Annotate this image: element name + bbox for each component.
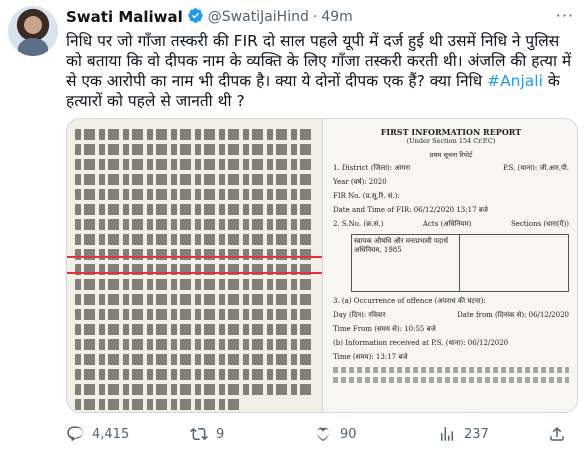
document-image-right[interactable]: FIRST INFORMATION REPORT (Under Section … (323, 119, 577, 412)
tweet-actions: 4,415 9 90 237 (66, 423, 578, 445)
retweet-icon (190, 427, 208, 441)
time-label: Time (समय): 13:17 बजे (333, 353, 408, 361)
scan-text-line (75, 249, 314, 260)
scan-text-line (75, 144, 314, 155)
sno-label: 2. S.No. (क्र.सं.) (333, 220, 384, 228)
like-button[interactable]: 90 (314, 425, 438, 443)
act-cell: स्वापक औषधि और मनःप्रभावी पदार्थ अधिनियम… (352, 235, 460, 291)
section-cell (460, 235, 568, 291)
hashtag-link[interactable]: #Anjali (487, 72, 543, 90)
fir-year-row: Year (वर्ष): 2020 (333, 178, 569, 187)
more-icon[interactable]: ··· (556, 6, 574, 25)
district-label: 1. District (जिला): आगरा (333, 164, 411, 172)
fir-subtitle: (Under Section 154 Cr.P.C) (406, 137, 496, 145)
views-icon (441, 427, 453, 441)
scan-text-line (75, 174, 314, 185)
fir-date-row: Date and Time of FIR: 06/12/2020 13:17 ब… (333, 206, 569, 215)
author-handle[interactable]: @SwatiJaiHind (208, 9, 309, 25)
fir-subtitle-hindi: प्रथम सूचना रिपोर्ट (429, 151, 473, 159)
scan-text-line (75, 339, 314, 350)
author-avatar[interactable] (8, 6, 58, 56)
scan-text-line (75, 384, 314, 395)
highlight-underline (67, 256, 322, 258)
scan-text-line (75, 369, 314, 380)
tweet-header: Swati Maliwal @SwatiJaiHind · 49m (66, 6, 353, 28)
like-icon (316, 427, 330, 442)
highlight-underline (67, 272, 322, 274)
reply-count: 4,415 (92, 426, 130, 442)
share-button[interactable] (548, 425, 578, 443)
form-fill-line (333, 377, 569, 383)
ps-label: P.S. (थाना): जी.आर.पी. (502, 164, 569, 172)
day-row: Day (दिन): रविवार Date from (दिनांक से):… (333, 311, 569, 320)
year-label: Year (वर्ष): 2020 (333, 178, 387, 186)
occurrence-row: 3. (a) Occurrence of offence (अपराध की घ… (333, 297, 569, 306)
occurrence-label: 3. (a) Occurrence of offence (अपराध की घ… (333, 297, 486, 305)
scan-text-line (75, 354, 314, 365)
day-label: Day (दिन): रविवार (333, 311, 386, 319)
fir-number-row: FIR No. (प्र.सू.रि. सं.): (333, 192, 569, 201)
scan-text-line (75, 279, 314, 290)
scan-text-line (75, 129, 314, 140)
fir-no-label: FIR No. (प्र.सू.रि. सं.): (333, 192, 400, 200)
share-icon (550, 426, 564, 441)
retweet-count: 9 (216, 426, 225, 442)
tweet-text: निधि पर जो गाँजा तस्करी की FIR दो साल पह… (66, 31, 578, 111)
info-label: (b) Information received at P.S. (थाना):… (333, 339, 509, 347)
form-fill-line (333, 367, 569, 373)
scan-text-line (75, 324, 314, 335)
reply-button[interactable]: 4,415 (66, 425, 190, 443)
verified-badge-icon (187, 7, 204, 28)
date-from-label: Date from (दिनांक से): 06/12/2020 (457, 311, 569, 319)
scan-text-line (75, 309, 314, 320)
scan-text-line (75, 234, 314, 245)
scan-text-line (75, 294, 314, 305)
like-count: 90 (340, 426, 357, 442)
time-row: Time (समय): 13:17 बजे (333, 353, 569, 362)
sections-label: Sections (धारा(एँ)) (510, 220, 569, 228)
tweet-media[interactable]: FIRST INFORMATION REPORT (Under Section … (66, 118, 578, 413)
fir-date-label: Date and Time of FIR: 06/12/2020 13:17 ब… (333, 206, 488, 214)
reply-icon (67, 426, 83, 442)
acts-label: Acts (अधिनियम) (422, 220, 472, 228)
document-image-left[interactable] (67, 119, 323, 412)
retweet-button[interactable]: 9 (190, 425, 314, 443)
scan-text-line (75, 204, 314, 215)
acts-table: स्वापक औषधि और मनःप्रभावी पदार्थ अधिनियम… (351, 234, 569, 292)
fir-title: FIRST INFORMATION REPORT (380, 127, 522, 137)
views-count: 237 (464, 426, 489, 442)
scan-text-line (75, 219, 314, 230)
time-from-row: Time From (समय से): 10:55 बजे (333, 325, 569, 334)
scan-text-line (75, 189, 314, 200)
author-name[interactable]: Swati Maliwal (66, 8, 183, 26)
separator-dot: · (312, 9, 318, 25)
scan-text-line (75, 159, 314, 170)
info-row: (b) Information received at P.S. (थाना):… (333, 339, 569, 348)
time-from-label: Time From (समय से): 10:55 बजे (333, 325, 436, 333)
fir-acts-header: 2. S.No. (क्र.सं.) Acts (अधिनियम) Sectio… (333, 220, 569, 229)
tweet-timestamp[interactable]: 49m (321, 9, 352, 25)
fir-district-row: 1. District (जिला): आगरा P.S. (थाना): जी… (333, 164, 569, 173)
views-button[interactable]: 237 (438, 425, 548, 443)
scan-text-line (75, 399, 243, 410)
